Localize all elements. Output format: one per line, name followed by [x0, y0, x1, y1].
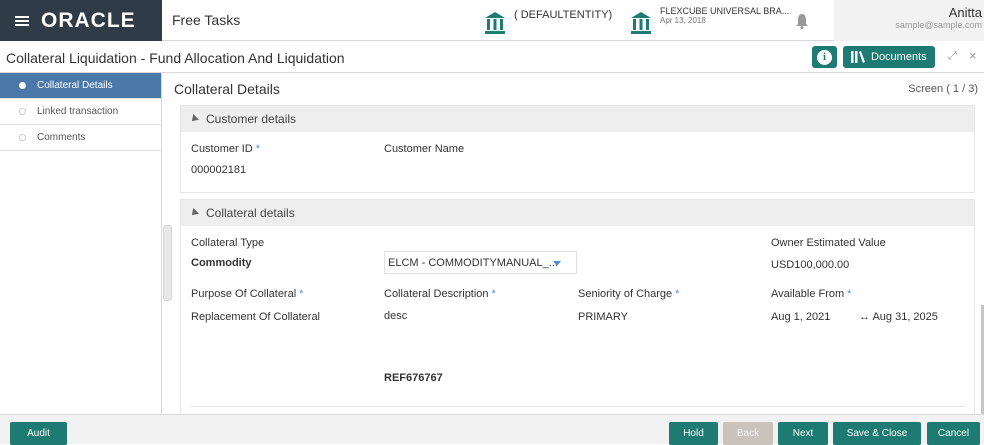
branch-bank-icon	[631, 12, 651, 34]
available-to-date[interactable]: ↔ Aug 31, 2025	[859, 311, 938, 323]
collateral-code-select[interactable]: ELCM - COMMODITYMANUAL_...	[384, 251, 577, 274]
close-icon[interactable]: ×	[969, 48, 977, 63]
screen-indicator: Screen ( 1 / 3)	[908, 83, 978, 95]
back-button[interactable]: Back	[723, 422, 773, 445]
bank-icon	[485, 12, 505, 34]
notification-bell-icon[interactable]	[795, 13, 809, 29]
collateral-type-label: Collateral Type	[191, 237, 265, 249]
seniority-label: Seniority of Charge *	[578, 288, 680, 300]
branch-date: Apr 13, 2018	[660, 16, 706, 25]
purpose-value: Replacement Of Collateral	[191, 311, 321, 323]
collapse-triangle-icon	[189, 114, 199, 124]
brand-bar: ORACLE	[0, 0, 162, 41]
user-email: sample@sample.com	[895, 20, 982, 30]
customer-details-panel: Customer details Customer ID * 000002181 …	[180, 105, 975, 193]
step-dot-icon	[19, 108, 26, 115]
available-from-label: Available From *	[771, 288, 852, 300]
page-title: Collateral Liquidation - Fund Allocation…	[6, 50, 345, 66]
collateral-details-header[interactable]: Collateral details	[181, 200, 974, 226]
section-heading: Collateral Details	[174, 81, 280, 97]
collateral-details-title: Collateral details	[206, 206, 295, 220]
reference-value: REF676767	[384, 372, 443, 384]
collateral-details-panel: Collateral details Collateral Type Commo…	[180, 199, 975, 414]
branch-selector[interactable]: FLEXCUBE UNIVERSAL BRA... Apr 13, 2018	[630, 6, 789, 35]
divider	[191, 406, 966, 407]
nav-item-collateral-details[interactable]: Collateral Details	[0, 73, 161, 99]
collateral-description-value: desc	[384, 310, 408, 322]
customer-name-label: Customer Name	[384, 143, 465, 155]
info-button[interactable]: i	[812, 46, 837, 68]
branch-info: FLEXCUBE UNIVERSAL BRA... Apr 13, 2018	[660, 6, 789, 25]
documents-icon	[851, 51, 865, 63]
nav-item-comments[interactable]: Comments	[0, 125, 161, 151]
owner-estimated-value-label: Owner Estimated Value	[771, 237, 886, 249]
nav-item-label: Collateral Details	[37, 80, 113, 91]
documents-button[interactable]: Documents	[843, 46, 935, 68]
collateral-code-value: ELCM - COMMODITYMANUAL_...	[388, 256, 558, 269]
panel-resize-handle[interactable]	[163, 225, 172, 301]
save-close-button[interactable]: Save & Close	[833, 422, 921, 445]
customer-details-title: Customer details	[206, 112, 297, 126]
step-dot-icon	[19, 134, 26, 141]
title-bar: Collateral Liquidation - Fund Allocation…	[0, 41, 984, 73]
oracle-logo: ORACLE	[41, 8, 136, 32]
branch-name: FLEXCUBE UNIVERSAL BRA...	[660, 6, 790, 16]
audit-button[interactable]: Audit	[10, 422, 67, 445]
nav-item-label: Comments	[37, 132, 86, 143]
minimize-icon[interactable]: ⤢	[948, 50, 957, 63]
free-tasks-link[interactable]: Free Tasks	[172, 12, 240, 28]
user-profile[interactable]: Anitta sample@sample.com	[834, 0, 984, 41]
step-dot-icon	[19, 82, 26, 89]
customer-details-header[interactable]: Customer details	[181, 106, 974, 132]
available-from-date[interactable]: Aug 1, 2021	[771, 311, 830, 323]
collapse-triangle-icon	[189, 208, 199, 218]
info-icon: i	[817, 49, 832, 65]
footer-bar: Audit Hold Back Next Save & Close Cancel	[0, 414, 984, 445]
purpose-label: Purpose Of Collateral *	[191, 288, 304, 300]
entity-label: ( DEFAULTENTITY)	[514, 9, 613, 21]
documents-label: Documents	[871, 51, 927, 63]
hamburger-menu-icon[interactable]	[15, 15, 29, 26]
entity-selector[interactable]: ( DEFAULTENTITY)	[484, 6, 612, 35]
customer-id-label: Customer ID *	[191, 143, 261, 155]
main-content: Collateral Details Screen ( 1 / 3) Custo…	[172, 73, 984, 417]
user-name: Anitta	[948, 5, 982, 20]
step-navigation: Collateral Details Linked transaction Co…	[0, 73, 162, 414]
seniority-value: PRIMARY	[578, 311, 628, 323]
nav-item-linked-transaction[interactable]: Linked transaction	[0, 99, 161, 125]
customer-id-value: 000002181	[191, 164, 247, 176]
collateral-description-label: Collateral Description *	[384, 288, 496, 300]
next-button[interactable]: Next	[778, 422, 828, 445]
collateral-type-value: Commodity	[191, 257, 252, 269]
top-header: ORACLE Free Tasks ( DEFAULTENTITY) FLEXC…	[0, 0, 984, 41]
cancel-button[interactable]: Cancel	[927, 422, 980, 445]
owner-estimated-value: USD100,000.00	[771, 259, 850, 271]
dropdown-arrow-icon	[553, 261, 561, 266]
hold-button[interactable]: Hold	[669, 422, 718, 445]
nav-item-label: Linked transaction	[37, 106, 119, 117]
